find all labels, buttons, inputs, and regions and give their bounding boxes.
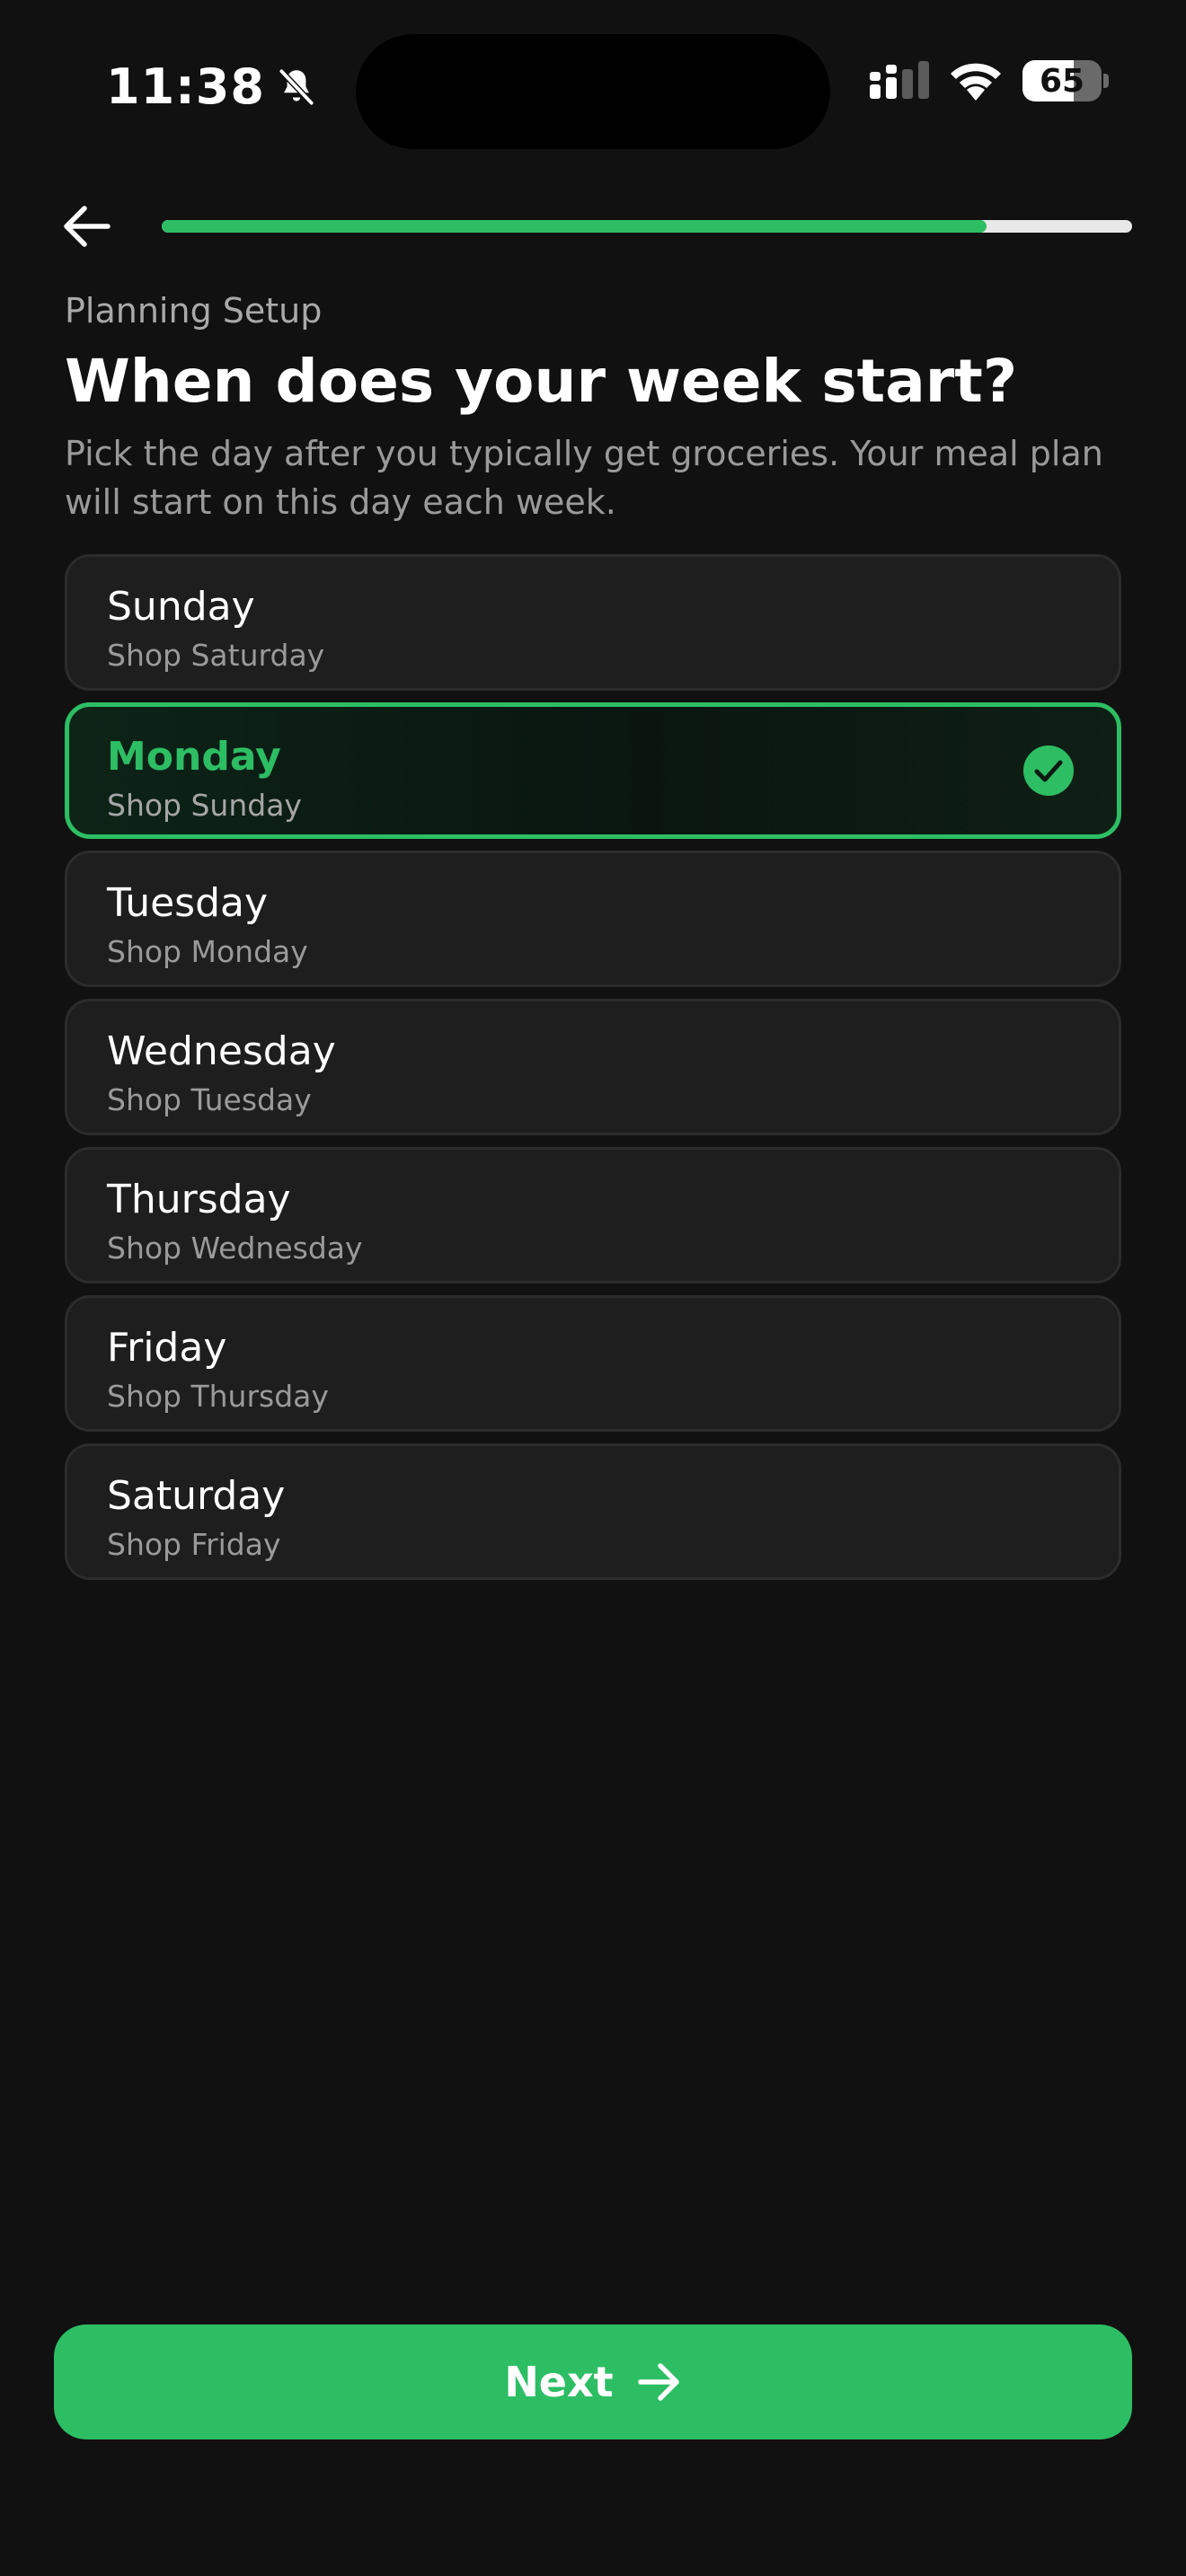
back-button[interactable] [58, 199, 115, 253]
option-label: Sunday [107, 584, 255, 630]
option-sublabel: Shop Tuesday [107, 1082, 312, 1117]
option-sublabel: Shop Thursday [107, 1379, 329, 1414]
option-label: Monday [107, 734, 281, 780]
option-thursday[interactable]: Thursday Shop Wednesday [65, 1147, 1121, 1284]
dynamic-island [356, 34, 830, 149]
arrow-left-icon [64, 206, 111, 247]
option-label: Saturday [107, 1473, 286, 1519]
next-button-label: Next [504, 2358, 614, 2406]
battery-cap [1103, 74, 1109, 88]
option-tuesday[interactable]: Tuesday Shop Monday [65, 851, 1121, 987]
cellular-signal-icon [870, 61, 929, 99]
option-label: Thursday [107, 1177, 291, 1222]
section-eyebrow: Planning Setup [65, 291, 323, 331]
option-label: Tuesday [107, 880, 269, 926]
progress-bar-fill [162, 220, 987, 233]
option-monday[interactable]: Monday Shop Sunday [65, 702, 1121, 839]
option-sublabel: Shop Monday [107, 934, 308, 969]
battery-level: 65 [1039, 62, 1085, 100]
option-saturday[interactable]: Saturday Shop Friday [65, 1443, 1121, 1580]
page-title: When does your week start? [65, 347, 1018, 416]
week-start-options: Sunday Shop Saturday Monday Shop Sunday … [65, 554, 1121, 1592]
option-wednesday[interactable]: Wednesday Shop Tuesday [65, 999, 1121, 1135]
battery-body: 65 [1022, 60, 1102, 101]
page-subtitle: Pick the day after you typically get gro… [65, 434, 1103, 522]
option-sunday[interactable]: Sunday Shop Saturday [65, 554, 1121, 691]
wifi-icon [951, 63, 1001, 101]
check-circle-icon [1023, 745, 1074, 796]
clock-text: 11:38 [106, 58, 265, 115]
bell-slash-icon [278, 67, 314, 107]
option-sublabel: Shop Saturday [107, 638, 325, 673]
option-sublabel: Shop Sunday [107, 788, 302, 823]
option-friday[interactable]: Friday Shop Thursday [65, 1295, 1121, 1432]
option-sublabel: Shop Wednesday [107, 1231, 363, 1266]
next-button[interactable]: Next [54, 2325, 1132, 2439]
option-label: Wednesday [107, 1028, 336, 1074]
option-label: Friday [107, 1325, 227, 1371]
status-bar-indicators: 65 [870, 59, 1109, 102]
progress-bar [162, 220, 1132, 233]
battery-icon: 65 [1022, 60, 1109, 101]
status-bar-time: 11:38 [106, 56, 319, 119]
option-sublabel: Shop Friday [107, 1527, 281, 1562]
arrow-right-icon [637, 2363, 679, 2401]
